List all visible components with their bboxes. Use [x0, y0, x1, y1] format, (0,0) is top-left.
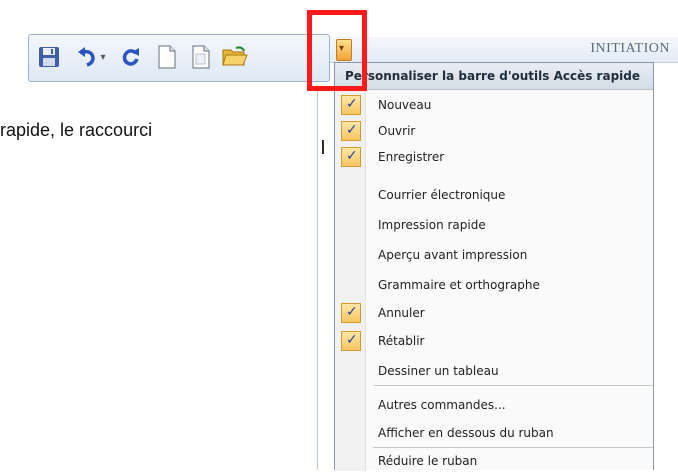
checkmark-icon: ✓ [341, 303, 361, 323]
menu-item-afficher-dessous[interactable]: Afficher en dessous du ruban [335, 421, 653, 447]
menu-item-grammaire[interactable]: Grammaire et orthographe [335, 273, 653, 299]
menu-item-impression-rapide[interactable]: Impression rapide [335, 213, 653, 239]
menu-item-courrier[interactable]: Courrier électronique [335, 183, 653, 209]
menu-item-retablir[interactable]: ✓ Rétablir [335, 329, 653, 355]
menu-item-label: Courrier électronique [378, 188, 506, 202]
title-bar: INITIATION [330, 37, 678, 63]
menu-item-label: Grammaire et orthographe [378, 278, 540, 292]
menu-item-label: Autres commandes... [378, 398, 506, 412]
menu-title: Personnaliser la barre d'outils Accès ra… [335, 63, 653, 90]
highlight-box [307, 10, 367, 91]
menu-item-label: Ouvrir [378, 124, 416, 138]
menu-item-nouveau[interactable]: ✓ Nouveau [335, 93, 653, 119]
menu-item-autres-commandes[interactable]: Autres commandes... [335, 393, 653, 419]
menu-item-label: Nouveau [378, 98, 432, 112]
menu-item-label: Impression rapide [378, 218, 486, 232]
menu-item-label: Enregistrer [378, 150, 445, 164]
menu-item-label: Annuler [378, 306, 425, 320]
window-title: INITIATION [590, 41, 670, 56]
menu-item-reduire-ruban[interactable]: Réduire le ruban [335, 449, 653, 475]
menu-item-dessiner-tableau[interactable]: Dessiner un tableau [335, 359, 653, 385]
new-page-icon[interactable] [187, 43, 215, 71]
customize-quick-access-menu: Personnaliser la barre d'outils Accès ra… [334, 62, 654, 471]
menu-separator [373, 447, 653, 448]
menu-item-apercu[interactable]: Aperçu avant impression [335, 243, 653, 269]
menu-item-label: Afficher en dessous du ruban [378, 426, 554, 440]
checkmark-icon: ✓ [341, 121, 361, 141]
open-folder-icon[interactable] [221, 43, 249, 71]
new-document-icon[interactable] [153, 43, 181, 71]
checkmark-icon: ✓ [341, 331, 361, 351]
menu-item-enregistrer[interactable]: ✓ Enregistrer [335, 145, 653, 171]
undo-dropdown-icon[interactable]: ▾ [95, 43, 111, 71]
page-edge-line [317, 85, 318, 470]
menu-item-label: Aperçu avant impression [378, 248, 528, 262]
quick-access-toolbar: ▾ [28, 34, 330, 82]
save-icon[interactable] [35, 43, 63, 71]
checkmark-icon: ✓ [341, 147, 361, 167]
menu-item-label: Rétablir [378, 334, 425, 348]
menu-item-annuler[interactable]: ✓ Annuler [335, 301, 653, 327]
checkmark-icon: ✓ [341, 95, 361, 115]
menu-item-ouvrir[interactable]: ✓ Ouvrir [335, 119, 653, 145]
redo-icon[interactable] [117, 43, 145, 71]
text-cursor [322, 140, 324, 154]
menu-item-label: Réduire le ruban [378, 454, 478, 468]
document-text: rapide, le raccourci [0, 120, 153, 140]
menu-separator [373, 385, 653, 386]
menu-item-label: Dessiner un tableau [378, 364, 499, 378]
